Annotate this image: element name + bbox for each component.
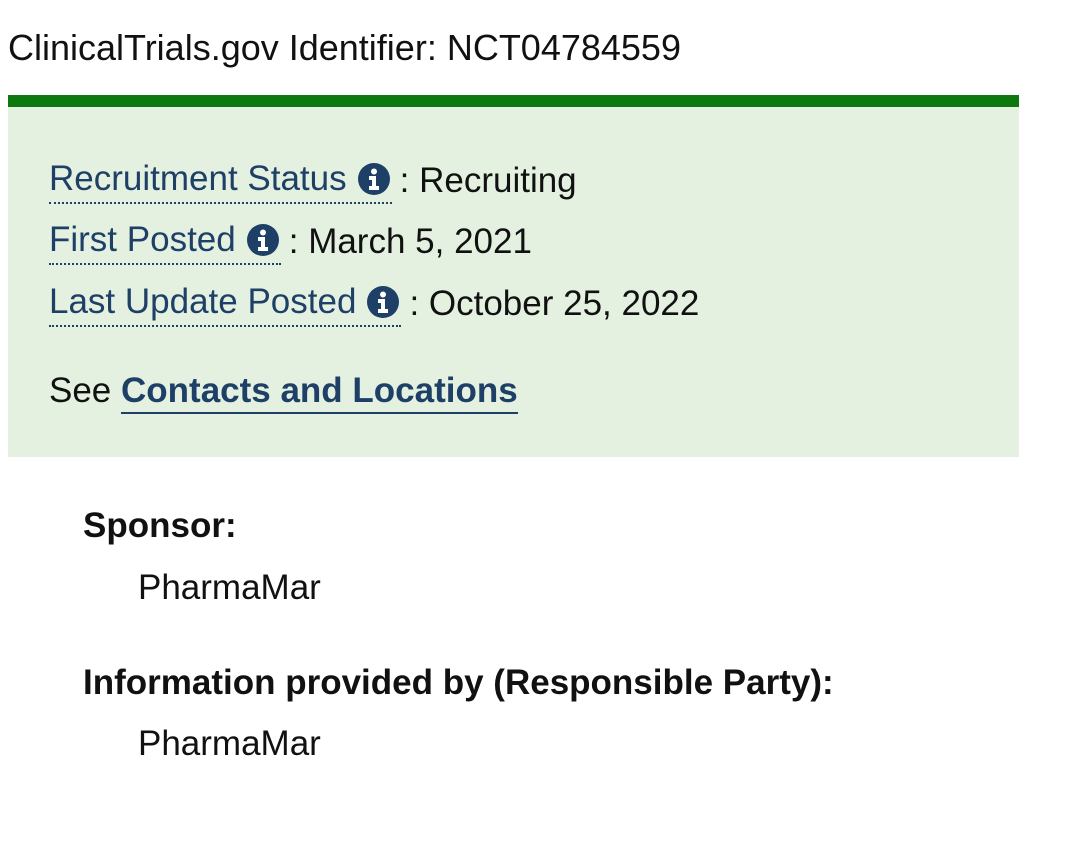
last-update-posted-value: October 25, 2022: [428, 283, 700, 323]
study-identifier: ClinicalTrials.gov Identifier: NCT047845…: [8, 27, 681, 68]
info-icon[interactable]: [366, 285, 400, 319]
responsible-party-label: Information provided by (Responsible Par…: [83, 663, 834, 702]
last-update-posted-row: Last Update Posted : October 25, 2022: [49, 280, 699, 327]
last-update-posted-label: Last Update Posted: [49, 282, 357, 321]
contacts-and-locations-link[interactable]: Contacts and Locations: [121, 371, 518, 414]
recruitment-status-label: Recruitment Status: [49, 159, 347, 198]
first-posted-row: First Posted : March 5, 2021: [49, 218, 532, 265]
responsible-party-value: PharmaMar: [138, 724, 321, 763]
first-posted-label: First Posted: [49, 220, 236, 259]
study-status-box: Recruitment Status : Recruiting First Po…: [8, 95, 1019, 457]
info-icon[interactable]: [246, 223, 280, 257]
last-update-posted-separator: :: [409, 283, 429, 323]
first-posted-link[interactable]: First Posted: [49, 218, 281, 265]
see-contacts-row: See Contacts and Locations: [49, 369, 518, 414]
sponsor-value: PharmaMar: [138, 568, 321, 607]
see-prefix: See: [49, 371, 121, 410]
recruitment-status-value: Recruiting: [419, 160, 577, 200]
recruitment-status-row: Recruitment Status : Recruiting: [49, 157, 577, 204]
info-icon[interactable]: [357, 162, 391, 196]
sponsor-label: Sponsor:: [83, 506, 237, 545]
first-posted-separator: :: [288, 221, 309, 261]
recruitment-status-separator: :: [399, 160, 420, 200]
last-update-posted-link[interactable]: Last Update Posted: [49, 280, 402, 327]
first-posted-value: March 5, 2021: [308, 221, 532, 261]
recruitment-status-link[interactable]: Recruitment Status: [49, 157, 392, 204]
